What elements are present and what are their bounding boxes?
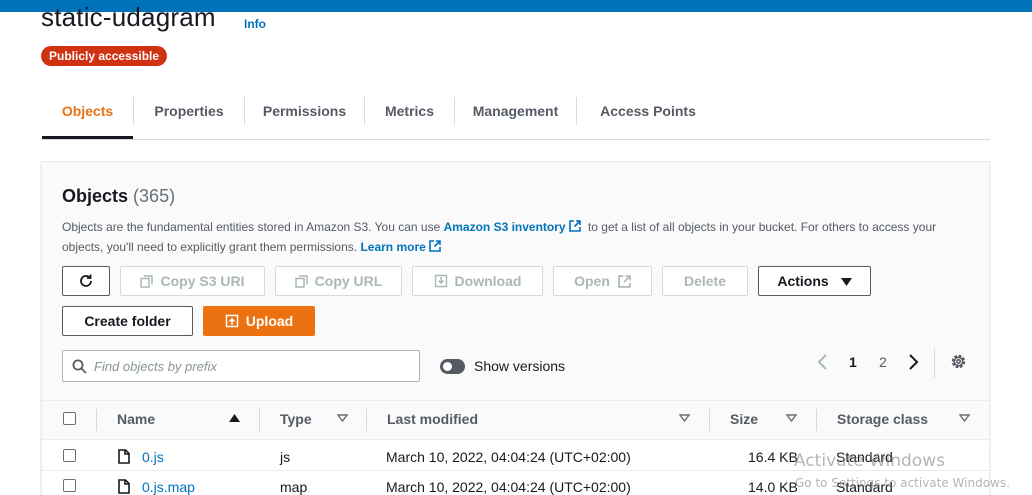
download-label: Download bbox=[454, 273, 522, 289]
column-divider bbox=[96, 409, 97, 431]
tab-permissions[interactable]: Permissions bbox=[245, 90, 364, 139]
activate-windows-watermark: Activate Windows bbox=[794, 451, 945, 471]
copy-url-label: Copy URL bbox=[314, 273, 383, 289]
tab-access-points[interactable]: Access Points bbox=[577, 90, 719, 139]
download-button[interactable]: Download bbox=[412, 266, 543, 296]
open-button[interactable]: Open bbox=[553, 266, 652, 296]
object-last-modified: March 10, 2022, 04:04:24 (UTC+02:00) bbox=[386, 479, 631, 495]
delete-button[interactable]: Delete bbox=[662, 266, 748, 296]
pager-divider bbox=[934, 348, 935, 378]
caret-down-icon bbox=[840, 278, 852, 286]
inventory-link[interactable]: Amazon S3 inventory bbox=[444, 220, 566, 234]
bucket-tabs: Objects Properties Permissions Metrics M… bbox=[42, 90, 990, 140]
upload-icon bbox=[225, 314, 239, 328]
external-link-icon bbox=[618, 275, 631, 288]
object-type: js bbox=[280, 449, 291, 465]
tab-management[interactable]: Management bbox=[455, 90, 576, 139]
copy-s3-uri-label: Copy S3 URI bbox=[160, 273, 245, 289]
object-name-link[interactable]: 0.js bbox=[142, 449, 164, 465]
description-text-1: Objects are the fundamental entities sto… bbox=[62, 220, 444, 234]
column-divider bbox=[709, 409, 710, 431]
select-all-checkbox[interactable] bbox=[63, 412, 76, 425]
show-versions-toggle[interactable] bbox=[440, 359, 465, 374]
column-header-type[interactable]: Type bbox=[280, 411, 312, 427]
upload-label: Upload bbox=[245, 313, 294, 329]
chevron-left-icon[interactable] bbox=[815, 353, 831, 371]
actions-dropdown[interactable]: Actions bbox=[758, 266, 871, 296]
chevron-right-icon[interactable] bbox=[905, 353, 921, 371]
delete-label: Delete bbox=[683, 273, 727, 289]
open-label: Open bbox=[574, 273, 610, 289]
activate-windows-hint: Go to Settings to activate Windows. bbox=[795, 476, 1010, 490]
row-checkbox[interactable] bbox=[63, 479, 76, 492]
external-link-icon bbox=[568, 220, 581, 232]
page-2[interactable]: 2 bbox=[879, 354, 887, 370]
column-divider bbox=[366, 409, 367, 431]
sort-icon[interactable] bbox=[959, 414, 970, 422]
copy-icon bbox=[140, 275, 154, 288]
sort-icon[interactable] bbox=[337, 414, 348, 422]
object-size: 14.0 KB bbox=[748, 479, 798, 495]
tab-objects[interactable]: Objects bbox=[42, 90, 133, 139]
search-icon bbox=[72, 359, 87, 374]
object-name-link[interactable]: 0.js.map bbox=[142, 479, 195, 495]
bucket-name-title: static-udagram bbox=[41, 2, 216, 32]
download-icon bbox=[434, 274, 447, 288]
info-link[interactable]: Info bbox=[244, 17, 266, 31]
upload-button[interactable]: Upload bbox=[203, 306, 315, 336]
gear-icon[interactable] bbox=[949, 352, 968, 371]
search-box bbox=[62, 350, 420, 382]
page-1[interactable]: 1 bbox=[849, 354, 857, 370]
public-access-badge: Publicly accessible bbox=[41, 46, 168, 66]
tab-metrics[interactable]: Metrics bbox=[365, 90, 454, 139]
copy-url-button[interactable]: Copy URL bbox=[275, 266, 402, 296]
objects-title-text: Objects bbox=[62, 186, 129, 206]
sort-icon[interactable] bbox=[679, 414, 690, 422]
object-last-modified: March 10, 2022, 04:04:24 (UTC+02:00) bbox=[386, 449, 631, 465]
external-link-icon bbox=[428, 239, 441, 252]
object-type: map bbox=[280, 479, 308, 495]
copy-icon bbox=[294, 275, 308, 288]
column-divider bbox=[259, 409, 260, 431]
sort-icon[interactable] bbox=[786, 414, 797, 422]
column-header-storage-class[interactable]: Storage class bbox=[837, 411, 928, 427]
row-checkbox[interactable] bbox=[63, 449, 76, 462]
file-icon bbox=[118, 449, 130, 464]
objects-count: (365) bbox=[133, 186, 176, 206]
search-input[interactable] bbox=[94, 355, 404, 377]
create-folder-label: Create folder bbox=[84, 313, 171, 329]
column-divider bbox=[816, 409, 817, 431]
learn-more-link[interactable]: Learn more bbox=[360, 240, 425, 254]
create-folder-button[interactable]: Create folder bbox=[62, 306, 193, 336]
show-versions-label: Show versions bbox=[474, 358, 566, 374]
column-header-name[interactable]: Name bbox=[117, 411, 155, 427]
refresh-icon bbox=[80, 274, 92, 287]
actions-label: Actions bbox=[777, 273, 829, 289]
sort-ascending-icon[interactable] bbox=[229, 414, 240, 422]
column-header-size[interactable]: Size bbox=[730, 411, 758, 427]
objects-description: Objects are the fundamental entities sto… bbox=[62, 218, 967, 257]
refresh-button[interactable] bbox=[62, 266, 110, 296]
column-header-last-modified[interactable]: Last modified bbox=[387, 411, 478, 427]
object-size: 16.4 KB bbox=[748, 449, 798, 465]
objects-panel-title: Objects (365) bbox=[62, 186, 175, 207]
tab-properties[interactable]: Properties bbox=[134, 90, 244, 139]
file-icon bbox=[118, 479, 130, 494]
copy-s3-uri-button[interactable]: Copy S3 URI bbox=[120, 266, 265, 296]
